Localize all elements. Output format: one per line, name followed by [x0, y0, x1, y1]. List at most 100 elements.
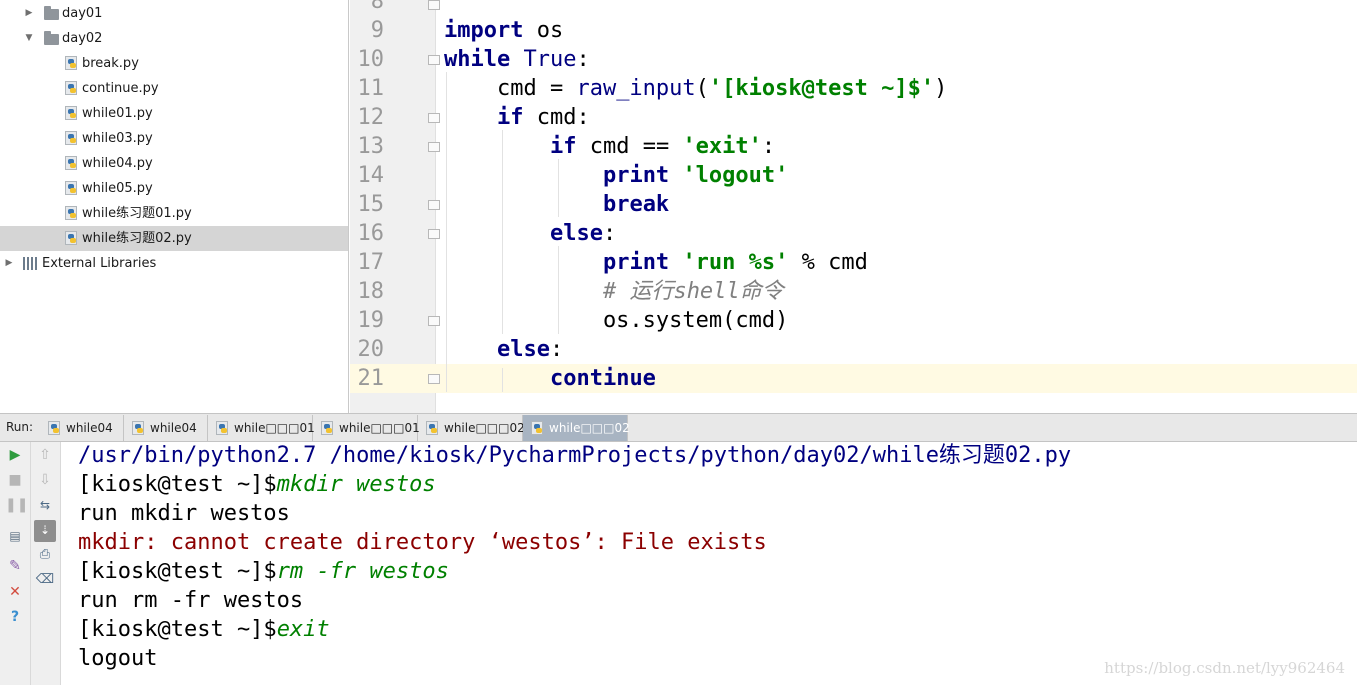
code-line: continue	[444, 364, 656, 393]
python-file-icon	[321, 421, 333, 435]
run-tab[interactable]: while□□□01	[313, 415, 420, 441]
code-token: cmd:	[523, 105, 590, 130]
print-icon[interactable]: ⎙	[35, 545, 55, 565]
console-prompt: [kiosk@test ~]$	[78, 559, 277, 584]
console-line-input: [kiosk@test ~]$mkdir westos	[78, 470, 436, 499]
code-line: # 运行shell命令	[444, 277, 784, 306]
pause-icon[interactable]: ❚❚	[5, 495, 28, 515]
fold-marker-icon[interactable]	[428, 142, 440, 152]
expand-arrow-icon[interactable]: ▶	[22, 1, 36, 26]
code-line: if cmd == 'exit':	[444, 132, 775, 161]
run-tab[interactable]: while□□□01	[208, 415, 315, 441]
expand-arrow-icon[interactable]: ▶	[2, 251, 16, 276]
folder-icon	[44, 6, 59, 20]
fold-marker-icon[interactable]	[428, 229, 440, 239]
python-file-icon	[216, 421, 228, 435]
code-token: else	[549, 221, 603, 246]
line-number: 12	[357, 105, 385, 130]
fold-marker-icon[interactable]	[428, 200, 440, 210]
run-toolbar-right: ⇧ ⇩ ⇆ ⇣ ⎙ ⌫	[31, 442, 61, 685]
fold-marker-icon[interactable]	[428, 113, 440, 123]
code-token: os.system(cmd)	[444, 308, 789, 333]
tree-item-file[interactable]: continue.py	[0, 76, 348, 101]
line-number: 10	[357, 47, 385, 72]
tree-item-file[interactable]: break.py	[0, 51, 348, 76]
down-arrow-icon[interactable]: ⇩	[35, 470, 55, 490]
collapse-arrow-icon[interactable]: ▼	[22, 26, 36, 51]
tree-item-file-selected[interactable]: while练习题02.py	[0, 226, 348, 251]
fold-marker-icon[interactable]	[428, 55, 440, 65]
tree-item-file[interactable]: while04.py	[0, 151, 348, 176]
python-file-icon	[132, 421, 144, 435]
run-tab[interactable]: while04	[124, 415, 208, 441]
pin-icon[interactable]: ✎	[5, 556, 25, 576]
fold-marker-icon[interactable]	[428, 374, 440, 384]
line-number: 14	[357, 163, 385, 188]
code-token: if	[549, 134, 577, 159]
soft-wrap-icon[interactable]: ⇆	[35, 495, 55, 515]
code-token: :	[761, 134, 776, 159]
code-line: import os	[444, 16, 563, 45]
tree-item-file[interactable]: while03.py	[0, 126, 348, 151]
code-token: :	[602, 221, 617, 246]
tree-item-label: day02	[62, 31, 103, 46]
console-line-error: mkdir: cannot create directory ‘westos’:…	[78, 530, 767, 555]
code-token: '[kiosk@test ~]$'	[708, 76, 935, 101]
trash-icon[interactable]: ⌫	[35, 570, 55, 590]
fold-marker-icon[interactable]	[428, 0, 440, 10]
code-token: raw_input	[576, 76, 696, 101]
tree-item-label: External Libraries	[42, 256, 157, 271]
console-line-command: /usr/bin/python2.7 /home/kiosk/PycharmPr…	[78, 443, 1072, 468]
fold-marker-icon[interactable]	[428, 316, 440, 326]
folder-icon	[44, 31, 59, 45]
python-file-icon	[65, 56, 77, 70]
console-line-input: [kiosk@test ~]$exit	[78, 615, 330, 644]
scroll-to-end-icon[interactable]: ⇣	[34, 520, 56, 542]
tree-item-file[interactable]: while01.py	[0, 101, 348, 126]
console-prompt: [kiosk@test ~]$	[78, 472, 277, 497]
stop-icon[interactable]: ■	[5, 470, 25, 490]
code-token: )	[934, 76, 948, 101]
run-tab-active[interactable]: while□□□02	[523, 415, 630, 441]
tree-item-file[interactable]: while05.py	[0, 176, 348, 201]
python-file-icon	[65, 81, 77, 95]
tree-item-day01[interactable]: ▶ day01	[0, 1, 348, 26]
console-line-output: run rm -fr westos	[78, 588, 304, 613]
layout-icon[interactable]: ▤	[5, 526, 25, 546]
line-number: 9	[370, 18, 384, 43]
code-comment: # 运行shell命令	[602, 279, 784, 304]
line-number: 19	[357, 308, 385, 333]
python-file-icon	[531, 421, 543, 435]
run-tab[interactable]: while04	[40, 415, 124, 441]
tree-item-label: day01	[62, 6, 103, 21]
line-number: 16	[357, 221, 385, 246]
code-token: :	[549, 337, 564, 362]
close-icon[interactable]: ✕	[5, 582, 25, 602]
run-tool-window-header: Run: while04 while04 while□□□01 while□□□…	[0, 413, 1357, 442]
line-number: 13	[357, 134, 385, 159]
code-token: 'logout'	[682, 163, 789, 188]
tree-item-day02[interactable]: ▼ day02	[0, 26, 348, 51]
help-icon[interactable]: ?	[5, 607, 25, 627]
tree-item-external-libraries[interactable]: ▶ External Libraries	[0, 251, 348, 276]
run-icon[interactable]: ▶	[5, 445, 25, 465]
run-tab-label: while□□□01	[339, 421, 420, 435]
watermark: https://blog.csdn.net/lyy962464	[1104, 659, 1345, 677]
tree-item-file[interactable]: while练习题01.py	[0, 201, 348, 226]
code-line: if cmd:	[444, 103, 590, 132]
code-line: break	[444, 190, 669, 219]
up-arrow-icon[interactable]: ⇧	[35, 445, 55, 465]
run-tab-label: while□□□02	[444, 421, 525, 435]
tree-item-label: while05.py	[82, 181, 153, 196]
code-token: cmd ==	[576, 134, 683, 159]
code-line: while True:	[444, 45, 590, 74]
run-tab[interactable]: while□□□02	[418, 415, 525, 441]
line-number: 21	[357, 366, 385, 391]
line-number: 18	[357, 279, 385, 304]
run-tab-label: while04	[66, 421, 113, 435]
python-file-icon	[65, 106, 77, 120]
